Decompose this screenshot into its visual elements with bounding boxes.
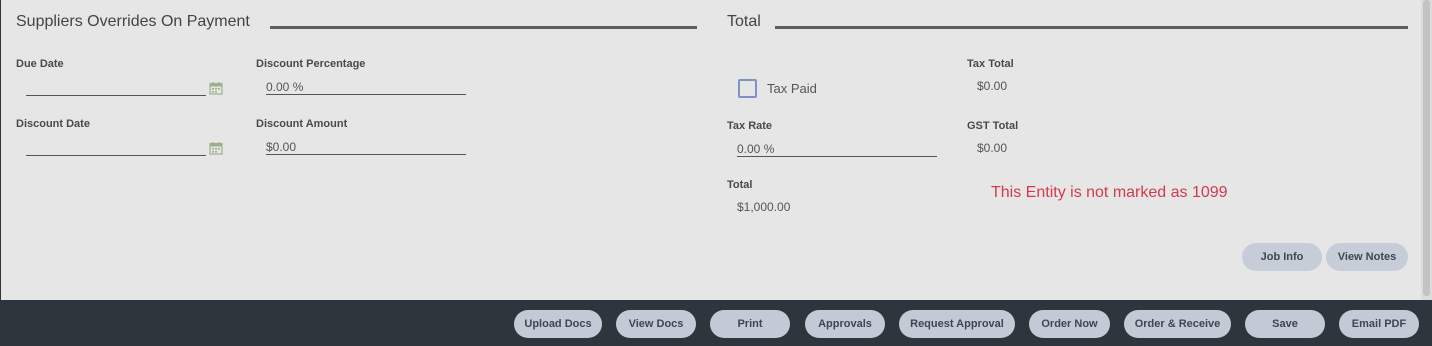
total-label: Total: [727, 179, 753, 191]
save-button[interactable]: Save: [1245, 310, 1325, 338]
view-notes-button[interactable]: View Notes: [1326, 243, 1408, 271]
order-now-button[interactable]: Order Now: [1029, 310, 1110, 338]
discount-percentage-input[interactable]: 0.00 %: [266, 79, 466, 95]
print-button[interactable]: Print: [710, 310, 790, 338]
discount-date-label: Discount Date: [16, 118, 90, 130]
discount-date-input[interactable]: [26, 140, 206, 156]
tax-paid-label: Tax Paid: [767, 81, 817, 96]
request-approval-button[interactable]: Request Approval: [899, 310, 1015, 338]
suppliers-title-rule: [270, 26, 697, 29]
job-info-button[interactable]: Job Info: [1242, 243, 1322, 271]
total-value: $1,000.00: [737, 200, 791, 214]
tax-paid-checkbox[interactable]: [738, 79, 757, 98]
order-receive-button[interactable]: Order & Receive: [1124, 310, 1231, 338]
tax-rate-label: Tax Rate: [727, 120, 773, 132]
upload-docs-button[interactable]: Upload Docs: [514, 310, 602, 338]
email-pdf-button[interactable]: Email PDF: [1339, 310, 1419, 338]
total-title-rule: [775, 26, 1408, 29]
view-docs-button[interactable]: View Docs: [616, 310, 696, 338]
suppliers-overrides-title: Suppliers Overrides On Payment: [16, 13, 250, 30]
discount-amount-input[interactable]: $0.00: [266, 139, 466, 155]
tax-rate-input[interactable]: 0.00 %: [737, 141, 937, 157]
approvals-button[interactable]: Approvals: [805, 310, 885, 338]
tax-total-label: Tax Total: [967, 58, 1014, 70]
gst-total-label: GST Total: [967, 120, 1019, 132]
discount-percentage-label: Discount Percentage: [256, 58, 366, 70]
not-1099-warning: This Entity is not marked as 1099: [991, 184, 1228, 201]
tax-total-value: $0.00: [977, 79, 1008, 93]
discount-amount-label: Discount Amount: [256, 118, 348, 130]
due-date-input[interactable]: [26, 80, 206, 96]
due-date-label: Due Date: [16, 58, 64, 70]
discount-date-calendar-icon[interactable]: [209, 141, 223, 155]
scrollbar-thumb[interactable]: [1423, 0, 1430, 296]
due-date-calendar-icon[interactable]: [209, 81, 223, 95]
total-section-title: Total: [727, 13, 761, 30]
gst-total-value: $0.00: [977, 141, 1008, 155]
